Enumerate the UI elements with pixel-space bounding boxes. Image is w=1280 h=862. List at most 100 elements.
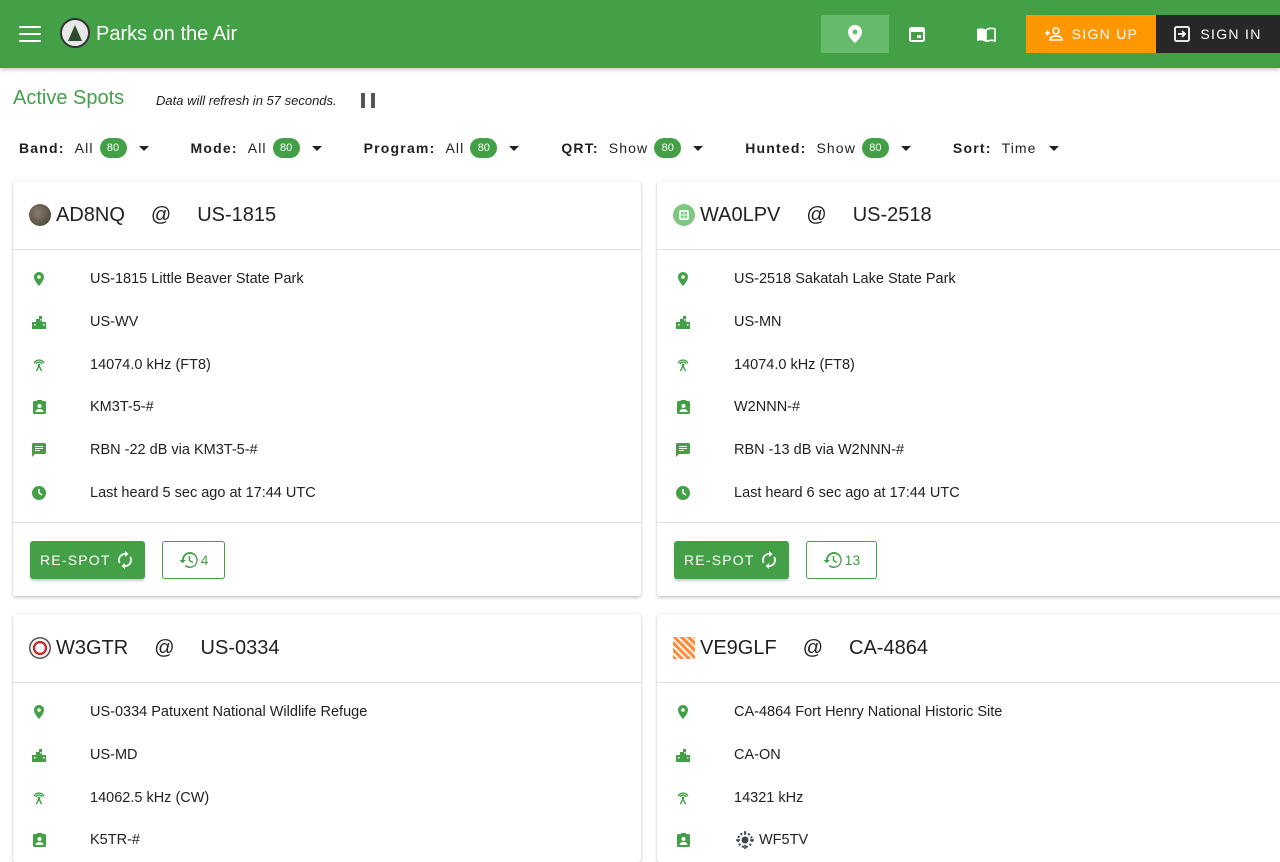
at-sign: @ bbox=[150, 203, 172, 226]
filter-label: Band: bbox=[19, 140, 65, 156]
antenna-icon bbox=[676, 358, 690, 372]
antenna-icon bbox=[32, 791, 46, 805]
park-reference[interactable]: US-1815 bbox=[197, 204, 276, 227]
location: US-WV bbox=[90, 314, 139, 331]
sign-in-label: SIGN IN bbox=[1200, 26, 1262, 42]
filter-label: QRT: bbox=[561, 140, 599, 156]
spot-frequency-row: 14074.0 kHz (FT8) bbox=[13, 343, 641, 386]
spot-frequency-row: 14321 kHz bbox=[657, 776, 1280, 819]
page-title: Active Spots bbox=[13, 87, 125, 109]
location: US-MD bbox=[90, 747, 138, 764]
park-name[interactable]: US-0334 Patuxent National Wildlife Refug… bbox=[90, 704, 367, 720]
map-marker-icon bbox=[676, 705, 690, 720]
sign-in-button[interactable]: SIGN IN bbox=[1156, 15, 1280, 53]
callsign[interactable]: VE9GLF bbox=[700, 637, 777, 660]
spot-frequency-row: 14074.0 kHz (FT8) bbox=[657, 343, 1280, 386]
spot-frequency-row: 14062.5 kHz (CW) bbox=[13, 776, 641, 819]
callsign[interactable]: W3GTR bbox=[56, 637, 128, 660]
calendar-icon bbox=[909, 27, 925, 42]
map-button[interactable] bbox=[821, 15, 889, 53]
park-name[interactable]: US-2518 Sakatah Lake State Park bbox=[734, 271, 956, 287]
refresh-icon bbox=[117, 550, 132, 569]
filter-sort[interactable]: Sort: Time bbox=[953, 140, 1059, 156]
callsign[interactable]: AD8NQ bbox=[56, 204, 125, 227]
caret-down-icon bbox=[1048, 145, 1059, 151]
filter-label: Program: bbox=[363, 140, 436, 156]
menu-icon[interactable] bbox=[16, 22, 44, 46]
comment-icon bbox=[32, 443, 46, 458]
spot-card: WA0LPV @ US-2518 US-2518 Sakatah Lake St… bbox=[657, 181, 1280, 597]
avatar bbox=[29, 204, 51, 226]
radio-icon bbox=[679, 210, 689, 220]
frequency: 14074.0 kHz (FT8) bbox=[90, 356, 211, 373]
account-box-icon bbox=[676, 400, 690, 415]
history-button[interactable]: 13 bbox=[805, 540, 878, 579]
filter-band[interactable]: Band: All 80 bbox=[19, 138, 149, 158]
spot-park-row: US-1815 Little Beaver State Park bbox=[13, 258, 641, 301]
login-icon bbox=[1174, 26, 1191, 42]
add-person-icon bbox=[1044, 27, 1063, 41]
app-title[interactable]: Parks on the Air bbox=[96, 22, 237, 46]
filter-mode[interactable]: Mode: All 80 bbox=[191, 138, 322, 158]
pause-icon[interactable] bbox=[361, 93, 375, 109]
account-box-icon bbox=[32, 400, 46, 415]
sign-up-button[interactable]: SIGN UP bbox=[1026, 15, 1156, 53]
spot-card-header: AD8NQ @ US-1815 bbox=[13, 181, 641, 250]
spot-card: AD8NQ @ US-1815 US-1815 Little Beaver St… bbox=[13, 181, 641, 597]
spot-card-actions: RE-SPOT 4 bbox=[13, 522, 641, 596]
spot-comment-row: RBN -22 dB via KM3T-5-# bbox=[13, 429, 641, 472]
spot-heard-row: Last heard 6 sec ago at 17:44 UTC bbox=[657, 471, 1280, 514]
count-badge: 80 bbox=[99, 138, 127, 158]
filter-value: All bbox=[74, 140, 94, 156]
spot-location-row: US-MN bbox=[657, 301, 1280, 344]
pota-logo[interactable] bbox=[60, 18, 90, 48]
spot-spotter-row: W2NNN-# bbox=[657, 386, 1280, 429]
spot-card-actions: RE-SPOT 13 bbox=[657, 522, 1280, 596]
spotter[interactable]: KM3T-5-# bbox=[90, 399, 154, 415]
count-badge: 80 bbox=[654, 138, 682, 158]
spotter[interactable]: K5TR-# bbox=[90, 832, 140, 848]
park-name[interactable]: CA-4864 Fort Henry National Historic Sit… bbox=[734, 704, 1002, 720]
spot-card: VE9GLF @ CA-4864 CA-4864 Fort Henry Nati… bbox=[657, 614, 1280, 862]
avatar bbox=[673, 204, 695, 226]
caret-down-icon bbox=[138, 145, 149, 151]
filter-bar: Band: All 80 Mode: All 80 Program: All 8… bbox=[19, 136, 1059, 160]
callsign[interactable]: WA0LPV bbox=[700, 204, 780, 227]
history-button[interactable]: 4 bbox=[161, 540, 226, 579]
park-reference[interactable]: US-0334 bbox=[201, 637, 280, 660]
filter-label: Sort: bbox=[952, 140, 992, 156]
refresh-countdown: Data will refresh in 57 seconds. bbox=[156, 93, 337, 108]
spotter[interactable]: WF5TV bbox=[759, 832, 808, 848]
avatar bbox=[29, 637, 51, 659]
antenna-icon bbox=[676, 791, 690, 805]
spot-card-header: W3GTR @ US-0334 bbox=[13, 614, 641, 683]
spotter[interactable]: W2NNN-# bbox=[734, 399, 800, 415]
frequency: 14074.0 kHz (FT8) bbox=[734, 356, 855, 373]
park-reference[interactable]: US-2518 bbox=[853, 204, 932, 227]
count-badge: 80 bbox=[272, 138, 300, 158]
spot-park-row: CA-4864 Fort Henry National Historic Sit… bbox=[657, 691, 1280, 734]
caret-down-icon bbox=[509, 145, 520, 151]
filter-program[interactable]: Program: All 80 bbox=[364, 138, 520, 158]
park-name[interactable]: US-1815 Little Beaver State Park bbox=[90, 271, 304, 287]
book-open-icon bbox=[977, 27, 996, 42]
park-reference[interactable]: CA-4864 bbox=[849, 637, 928, 660]
last-heard: Last heard 5 sec ago at 17:44 UTC bbox=[90, 484, 316, 501]
avatar bbox=[673, 637, 695, 659]
respot-button[interactable]: RE-SPOT bbox=[674, 540, 789, 579]
filter-value: Show bbox=[816, 140, 856, 156]
account-box-icon bbox=[32, 833, 46, 848]
location: US-MN bbox=[734, 314, 782, 331]
city-icon bbox=[676, 748, 690, 762]
book-button[interactable] bbox=[952, 15, 1020, 53]
filter-qrt[interactable]: QRT: Show 80 bbox=[561, 138, 704, 158]
respot-button[interactable]: RE-SPOT bbox=[30, 540, 145, 579]
filter-hunted[interactable]: Hunted: Show 80 bbox=[745, 138, 911, 158]
calendar-button[interactable] bbox=[883, 15, 951, 53]
spot-park-row: US-2518 Sakatah Lake State Park bbox=[657, 258, 1280, 301]
account-box-icon bbox=[676, 833, 690, 848]
caret-down-icon bbox=[693, 145, 704, 151]
spot-card-header: VE9GLF @ CA-4864 bbox=[657, 614, 1280, 683]
spot-park-row: US-0334 Patuxent National Wildlife Refug… bbox=[13, 691, 641, 734]
spot-location-row: US-MD bbox=[13, 734, 641, 777]
